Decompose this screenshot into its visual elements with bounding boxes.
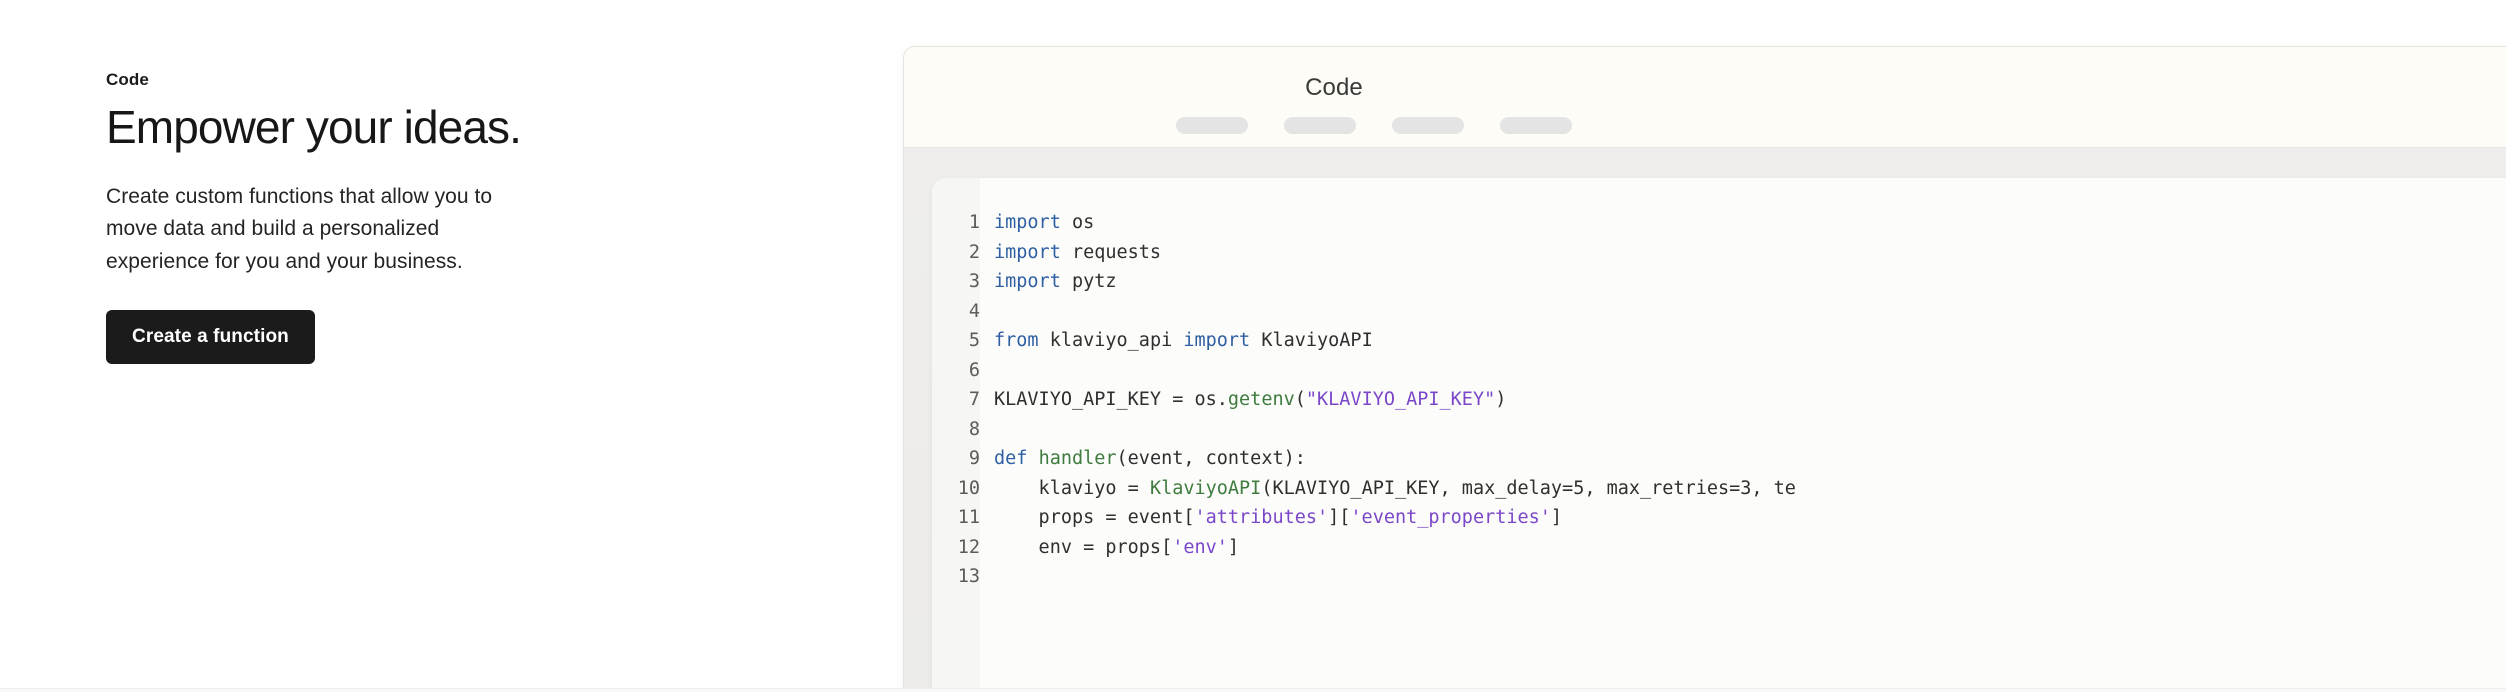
skeleton-pill xyxy=(1500,117,1572,134)
code-line: 8 xyxy=(932,415,1796,445)
code-line: 5 from klaviyo_api import KlaviyoAPI xyxy=(932,326,1796,356)
line-number: 5 xyxy=(968,330,980,351)
code-line: 11 props = event['attributes']['event_pr… xyxy=(932,503,1796,533)
page-stage: Code Empower your ideas. Create custom f… xyxy=(0,0,2506,692)
code-line: 13 xyxy=(932,562,1796,592)
skeleton-pill xyxy=(1392,117,1464,134)
code-token: 'attributes' xyxy=(1194,507,1329,528)
code-token: ][ xyxy=(1328,507,1351,528)
code-app-preview-panel: Code 1 import os 2 import requests 3 import p… xyxy=(903,46,2506,692)
page-title: Empower your ideas. xyxy=(106,101,522,154)
code-token: ] xyxy=(1227,536,1240,558)
code-editor-card[interactable]: 1 import os 2 import requests 3 import pytz 4 5… xyxy=(932,178,2506,692)
code-line: 9 def handler(event, context): xyxy=(932,444,1796,474)
code-token: 'env' xyxy=(1172,536,1228,558)
line-number: 6 xyxy=(968,359,980,381)
code-token: KlaviyoAPI xyxy=(1250,330,1373,351)
code-token: def xyxy=(994,448,1028,469)
line-number: 9 xyxy=(968,448,980,469)
code-token: ] xyxy=(1550,507,1563,528)
code-line: 12 env = props['env'] xyxy=(932,533,1796,563)
code-line: 2 import requests xyxy=(932,238,1796,268)
code-token: os xyxy=(1060,212,1095,233)
code-token: pytz xyxy=(1060,271,1117,292)
line-number: 3 xyxy=(968,271,980,292)
panel-header: Code xyxy=(904,47,2506,147)
page-bottom-divider xyxy=(0,688,2506,692)
code-token: requests xyxy=(1060,241,1162,263)
line-number: 13 xyxy=(957,566,980,587)
line-number: 8 xyxy=(968,418,980,440)
code-token: (KLAVIYO_API_KEY, max_delay=5, max_retri… xyxy=(1261,477,1796,499)
code-token: import xyxy=(1183,330,1251,351)
section-description: Create custom functions that allow you t… xyxy=(106,185,493,273)
code-token: env = props[ xyxy=(994,536,1173,558)
code-line: 3 import pytz xyxy=(932,267,1796,297)
panel-body: 1 import os 2 import requests 3 import pytz 4 5… xyxy=(904,148,2506,692)
code-token: klaviyo_api xyxy=(1038,330,1184,351)
code-line: 10 klaviyo = KlaviyoAPI(KLAVIYO_API_KEY,… xyxy=(932,474,1796,504)
skeleton-pill xyxy=(1176,117,1248,134)
code-token: KLAVIYO_API_KEY = os. xyxy=(994,389,1228,410)
panel-title: Code xyxy=(1305,74,1363,101)
code-token: klaviyo = xyxy=(994,477,1150,499)
code-token: import xyxy=(994,271,1061,292)
code-line: 1 import os xyxy=(932,208,1796,238)
code-token: (event, context): xyxy=(1116,448,1306,469)
skeleton-pill-row xyxy=(1176,117,1572,134)
code-line: 7 KLAVIYO_API_KEY = os.getenv("KLAVIYO_AP… xyxy=(932,385,1796,415)
section-eyebrow: Code xyxy=(106,70,149,89)
line-number: 12 xyxy=(957,536,980,558)
code-token: ) xyxy=(1495,389,1507,410)
line-number: 10 xyxy=(957,477,980,499)
hero-copy-column: Code Empower your ideas. Create custom f… xyxy=(106,70,576,365)
code-token: from xyxy=(994,330,1039,351)
skeleton-pill xyxy=(1284,117,1356,134)
line-number: 2 xyxy=(968,241,980,263)
code-token: KlaviyoAPI xyxy=(1149,477,1262,499)
code-token: "KLAVIYO_API_KEY" xyxy=(1305,389,1496,410)
code-token: getenv xyxy=(1227,389,1295,410)
line-number: 4 xyxy=(968,300,980,322)
code-token: handler xyxy=(1038,448,1117,469)
code-token: props = event[ xyxy=(994,507,1195,528)
line-number: 11 xyxy=(957,507,980,528)
code-content[interactable]: 1 import os 2 import requests 3 import pytz 4 5… xyxy=(932,208,1796,592)
code-token: import xyxy=(994,212,1061,233)
code-line: 6 xyxy=(932,356,1796,386)
code-token: import xyxy=(994,241,1061,263)
code-token: ( xyxy=(1294,389,1306,410)
create-a-function-button[interactable]: Create a function xyxy=(106,310,315,365)
code-token: 'event_properties' xyxy=(1350,507,1551,528)
line-number: 1 xyxy=(968,212,980,233)
line-number: 7 xyxy=(968,389,980,410)
code-line: 4 xyxy=(932,297,1796,327)
